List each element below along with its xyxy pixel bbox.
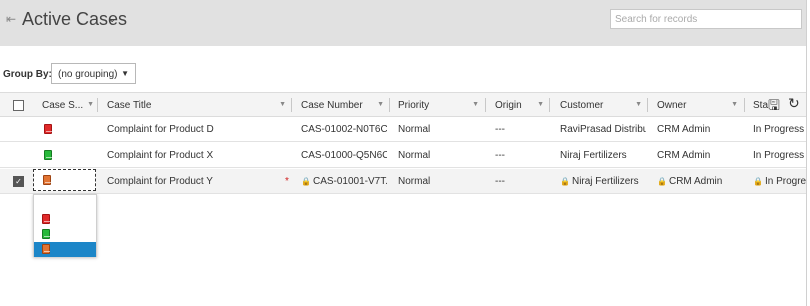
column-label: Customer	[560, 100, 604, 111]
customer-value: Niraj Fertilizers	[571, 176, 639, 187]
table-row[interactable]: Complaint for Product X CAS-01000-Q5N6C6…	[0, 143, 806, 168]
column-header-customer[interactable]: Customer ▼	[560, 93, 645, 117]
owner[interactable]: CRM Admin	[657, 124, 741, 135]
case-number[interactable]: CAS-01002-N0T6C5	[301, 124, 387, 135]
column-label: Priority	[398, 100, 430, 111]
orange-book-icon	[42, 244, 50, 254]
grid-header: Case S... ▼ Case Title ▼ Case Number ▼ P…	[0, 92, 806, 117]
origin: ---	[495, 124, 505, 135]
status-reason: 🔒In Progres	[753, 176, 806, 187]
chevron-down-icon[interactable]: ⌄	[108, 14, 116, 25]
column-separator[interactable]	[744, 98, 745, 112]
group-by-label: Group By:	[3, 69, 52, 80]
column-separator[interactable]	[549, 98, 550, 112]
column-label: Sta	[753, 100, 769, 111]
column-label: Owner	[657, 100, 687, 111]
sort-icon[interactable]: ▼	[87, 101, 94, 108]
case-title[interactable]: Complaint for Product D	[107, 124, 282, 135]
lock-icon: 🔒	[753, 177, 763, 186]
priority[interactable]: Normal	[398, 176, 482, 187]
column-label: Case Number	[301, 100, 363, 111]
sort-icon[interactable]: ▼	[279, 101, 286, 108]
owner-value: CRM Admin	[668, 176, 723, 187]
case-title[interactable]: Complaint for Product X	[107, 150, 282, 161]
status-reason-value: In Progres	[764, 176, 806, 187]
column-separator[interactable]	[291, 98, 292, 112]
select-all-checkbox[interactable]	[13, 100, 24, 111]
column-header-origin[interactable]: Origin ▼	[495, 93, 547, 117]
origin[interactable]: ---	[495, 176, 547, 187]
page-edge	[806, 0, 807, 306]
origin: ---	[495, 150, 505, 161]
column-header-priority[interactable]: Priority ▼	[398, 93, 482, 117]
priority: Normal	[398, 124, 431, 135]
status-icon-dropdown	[33, 194, 97, 257]
owner[interactable]: CRM Admin	[657, 150, 741, 161]
row-checkbox[interactable]: ✓	[13, 176, 24, 187]
green-book-icon	[42, 229, 50, 239]
required-marker: *	[285, 176, 289, 187]
table-row[interactable]: ✓ Complaint for Product Y 🔒 CAS-01001-V7T…	[0, 169, 806, 194]
save-icon[interactable]: 🖫	[768, 95, 780, 119]
sort-icon[interactable]: ▼	[537, 101, 544, 108]
table-row[interactable]: Complaint for Product D CAS-01002-N0T6C5…	[0, 117, 806, 142]
dropdown-option-red[interactable]	[34, 212, 96, 227]
status-reason: In Progress	[753, 124, 805, 135]
customer[interactable]: Niraj Fertilizers	[560, 150, 646, 161]
status-icon-select[interactable]	[33, 169, 96, 191]
orange-book-icon	[43, 175, 51, 185]
refresh-icon[interactable]: ↻	[788, 95, 800, 112]
chevron-down-icon: ▼	[121, 69, 129, 78]
column-label: Case S...	[42, 100, 84, 111]
column-header-title[interactable]: Case Title ▼	[107, 93, 289, 117]
column-separator[interactable]	[485, 98, 486, 112]
sort-icon[interactable]: ▼	[472, 101, 479, 108]
priority: Normal	[398, 150, 431, 161]
dropdown-option-empty[interactable]	[34, 197, 96, 212]
dropdown-option-orange[interactable]	[34, 242, 96, 257]
search-input[interactable]	[610, 9, 802, 29]
column-header-owner[interactable]: Owner ▼	[657, 93, 741, 117]
lock-icon: 🔒	[560, 177, 570, 186]
sort-icon[interactable]: ▼	[731, 101, 738, 108]
column-label: Case Title	[107, 100, 152, 111]
lock-icon: 🔒	[657, 177, 667, 186]
column-separator[interactable]	[389, 98, 390, 112]
column-separator[interactable]	[97, 98, 98, 112]
case-number[interactable]: CAS-01000-Q5N6C6	[301, 150, 387, 161]
case-title[interactable]: Complaint for Product Y	[107, 176, 282, 187]
pin-icon[interactable]: ⇤	[6, 12, 16, 26]
green-book-icon	[44, 150, 52, 160]
column-header-status[interactable]: Case S... ▼	[42, 93, 97, 117]
group-by-value: (no grouping)	[58, 69, 118, 80]
red-book-icon	[42, 214, 50, 224]
customer[interactable]: 🔒 Niraj Fertilizers	[560, 176, 646, 187]
column-separator[interactable]	[647, 98, 648, 112]
lock-icon: 🔒	[301, 177, 311, 186]
dropdown-option-green[interactable]	[34, 227, 96, 242]
column-header-status-reason[interactable]: Sta	[753, 93, 769, 117]
owner[interactable]: 🔒 CRM Admin	[657, 176, 741, 187]
sort-icon[interactable]: ▼	[635, 101, 642, 108]
view-header: ⇤ Active Cases ⌄	[0, 0, 806, 46]
case-number-value: CAS-01001-V7T...	[312, 176, 387, 187]
case-number[interactable]: 🔒 CAS-01001-V7T...	[301, 176, 387, 187]
sort-icon[interactable]: ▼	[377, 101, 384, 108]
group-by-select[interactable]: (no grouping) ▼	[51, 63, 136, 84]
column-label: Origin	[495, 100, 522, 111]
column-header-number[interactable]: Case Number ▼	[301, 93, 387, 117]
red-book-icon	[44, 124, 52, 134]
status-reason: In Progress	[753, 150, 805, 161]
customer[interactable]: RaviPrasad Distribu...	[560, 124, 646, 135]
